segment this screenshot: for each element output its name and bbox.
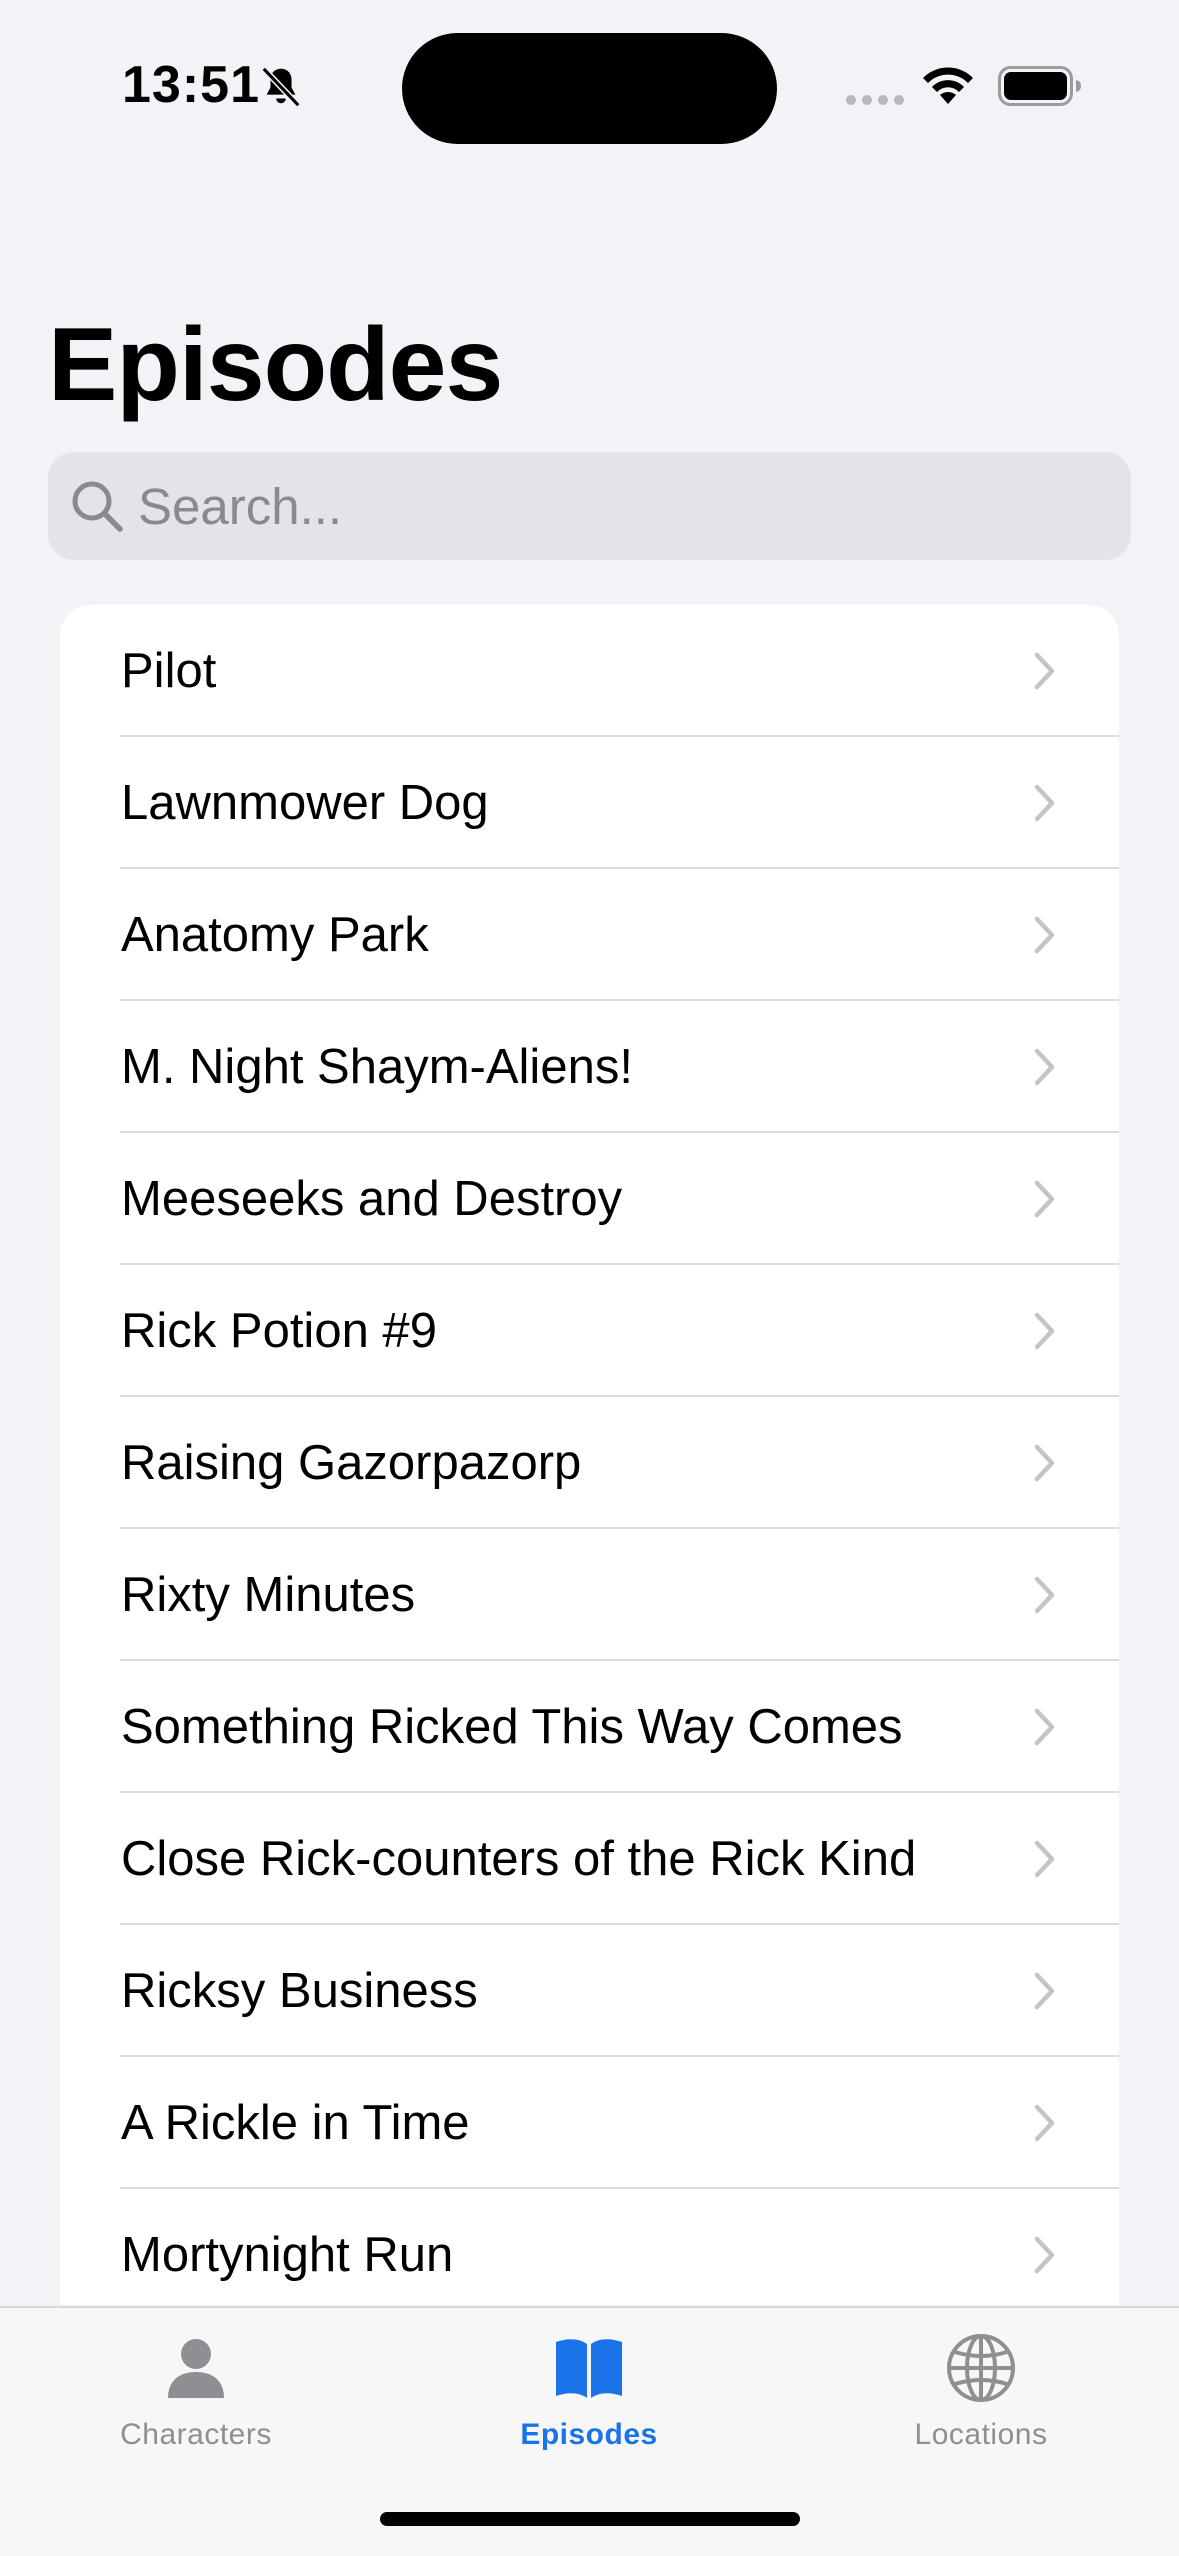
- tab-label-locations: Locations: [914, 2418, 1048, 2451]
- chevron-right-icon: [1034, 1972, 1055, 2010]
- search-field[interactable]: [48, 452, 1131, 560]
- chevron-right-icon: [1034, 916, 1055, 954]
- chevron-right-icon: [1034, 1180, 1055, 1218]
- episode-title: Something Ricked This Way Comes: [121, 1700, 903, 1754]
- list-item[interactable]: A Rickle in Time: [60, 2057, 1119, 2189]
- signal-icon: [846, 95, 904, 105]
- chevron-right-icon: [1034, 1312, 1055, 1350]
- person-icon: [168, 2339, 224, 2398]
- tab-label-characters: Characters: [120, 2418, 272, 2451]
- book-icon: [556, 2339, 622, 2398]
- episode-title: Rick Potion #9: [121, 1304, 437, 1358]
- chevron-right-icon: [1034, 652, 1055, 690]
- chevron-right-icon: [1034, 2104, 1055, 2142]
- dynamic-island: [402, 33, 777, 144]
- episode-title: Meeseeks and Destroy: [121, 1172, 623, 1226]
- tab-label-episodes: Episodes: [520, 2418, 658, 2451]
- chevron-right-icon: [1034, 2236, 1055, 2274]
- search-input[interactable]: [138, 452, 1098, 560]
- list-item[interactable]: Rick Potion #9: [60, 1265, 1119, 1397]
- tab-episodes[interactable]: Episodes: [439, 2308, 739, 2478]
- list-item[interactable]: Ricksy Business: [60, 1925, 1119, 2057]
- episode-title: Lawnmower Dog: [121, 776, 489, 830]
- tab-characters[interactable]: Characters: [46, 2308, 346, 2478]
- wifi-icon: [923, 67, 973, 104]
- battery-icon: [998, 66, 1081, 106]
- globe-icon: [947, 2334, 1015, 2402]
- list-item[interactable]: M. Night Shaym-Aliens!: [60, 1001, 1119, 1133]
- list-item[interactable]: Lawnmower Dog: [60, 737, 1119, 869]
- list-item[interactable]: Something Ricked This Way Comes: [60, 1661, 1119, 1793]
- episode-title: Ricksy Business: [121, 1964, 478, 2018]
- search-icon: [72, 481, 123, 532]
- list-item[interactable]: Raising Gazorpazorp: [60, 1397, 1119, 1529]
- status-time: 13:51: [122, 56, 260, 114]
- chevron-right-icon: [1034, 1576, 1055, 1614]
- chevron-right-icon: [1034, 1840, 1055, 1878]
- list-item[interactable]: Rixty Minutes: [60, 1529, 1119, 1661]
- list-item[interactable]: Meeseeks and Destroy: [60, 1133, 1119, 1265]
- episode-list: Pilot Lawnmower Dog Anatomy Park M. Night S…: [60, 605, 1119, 2305]
- episode-title: Pilot: [121, 644, 217, 698]
- episode-title: Mortynight Run: [121, 2228, 454, 2282]
- bell-slash-icon: [261, 66, 301, 108]
- episode-title: Rixty Minutes: [121, 1568, 416, 1622]
- episode-title: Anatomy Park: [121, 908, 429, 962]
- list-item[interactable]: Mortynight Run: [60, 2189, 1119, 2305]
- chevron-right-icon: [1034, 1708, 1055, 1746]
- episode-title: A Rickle in Time: [121, 2096, 470, 2150]
- episode-title: Raising Gazorpazorp: [121, 1436, 582, 1490]
- chevron-right-icon: [1034, 784, 1055, 822]
- home-indicator[interactable]: [380, 2512, 800, 2526]
- episode-title: Close Rick-counters of the Rick Kind: [121, 1832, 917, 1886]
- tab-locations[interactable]: Locations: [831, 2308, 1131, 2478]
- list-item[interactable]: Close Rick-counters of the Rick Kind: [60, 1793, 1119, 1925]
- chevron-right-icon: [1034, 1444, 1055, 1482]
- page-title: Episodes: [48, 307, 503, 423]
- list-item[interactable]: Anatomy Park: [60, 869, 1119, 1001]
- episode-title: M. Night Shaym-Aliens!: [121, 1040, 633, 1094]
- list-item[interactable]: Pilot: [60, 605, 1119, 737]
- status-bar: 13:51: [0, 0, 1179, 160]
- chevron-right-icon: [1034, 1048, 1055, 1086]
